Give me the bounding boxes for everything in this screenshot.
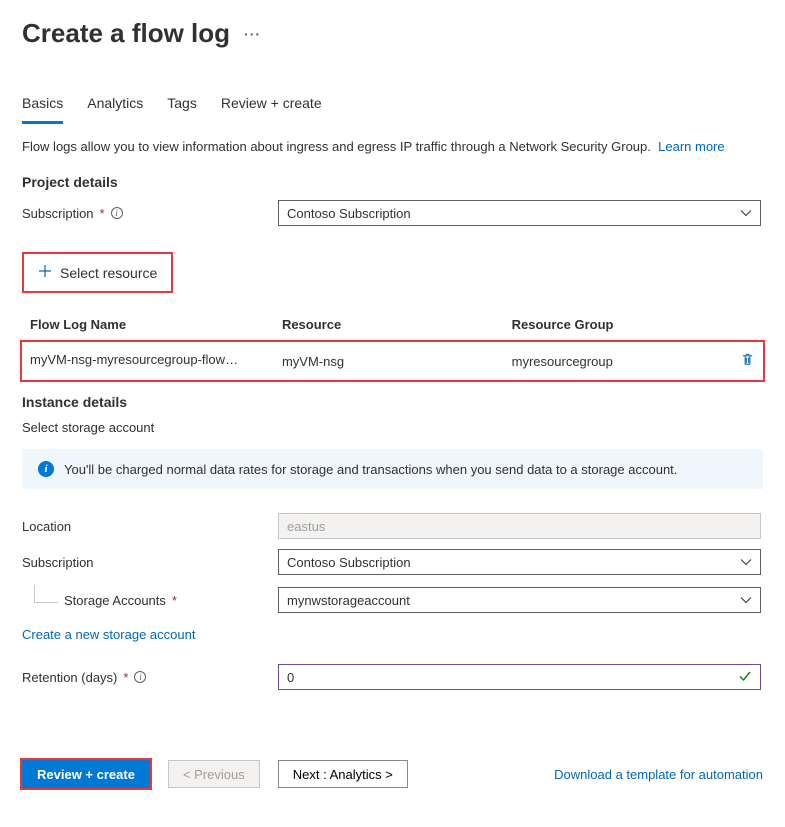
col-resource-group: Resource Group — [504, 311, 723, 342]
plus-icon — [38, 264, 52, 281]
tree-indent-line — [34, 585, 58, 603]
required-indicator: * — [123, 670, 128, 685]
cell-flow-log-name: myVM-nsg-myresourcegroup-flowl… — [30, 352, 240, 367]
subscription-label: Subscription — [22, 206, 94, 221]
location-field: Location eastus — [22, 513, 763, 539]
select-resource-button[interactable]: Select resource — [22, 252, 173, 293]
info-icon: i — [38, 461, 54, 477]
wizard-footer: Review + create < Previous Next : Analyt… — [22, 760, 763, 788]
instance-subscription-select[interactable]: Contoso Subscription — [278, 549, 761, 575]
instance-details-heading: Instance details — [22, 394, 763, 410]
previous-button: < Previous — [168, 760, 260, 788]
storage-info-banner: i You'll be charged normal data rates fo… — [22, 449, 763, 489]
project-details-heading: Project details — [22, 174, 763, 190]
cell-resource: myVM-nsg — [274, 342, 504, 380]
tab-analytics[interactable]: Analytics — [87, 87, 143, 124]
review-create-button[interactable]: Review + create — [22, 760, 150, 788]
subscription-field: Subscription * i Contoso Subscription — [22, 200, 763, 226]
delete-row-button[interactable] — [740, 355, 755, 370]
retention-field: Retention (days) * i 0 — [22, 664, 763, 690]
info-icon[interactable]: i — [134, 671, 146, 683]
subscription-select[interactable]: Contoso Subscription — [278, 200, 761, 226]
instance-subscription-field: Subscription Contoso Subscription — [22, 549, 763, 575]
tab-tags[interactable]: Tags — [167, 87, 197, 124]
table-row: myVM-nsg-myresourcegroup-flowl… myVM-nsg… — [22, 342, 763, 380]
select-storage-subheading: Select storage account — [22, 420, 763, 435]
chevron-down-icon — [740, 556, 752, 568]
info-icon[interactable]: i — [111, 207, 123, 219]
next-button[interactable]: Next : Analytics > — [278, 760, 408, 788]
tab-bar: Basics Analytics Tags Review + create — [22, 87, 763, 125]
tab-review-create[interactable]: Review + create — [221, 87, 322, 124]
location-input: eastus — [278, 513, 761, 539]
retention-input[interactable]: 0 — [278, 664, 761, 690]
cell-resource-group: myresourcegroup — [504, 342, 723, 380]
col-resource: Resource — [274, 311, 504, 342]
resource-table: Flow Log Name Resource Resource Group my… — [22, 311, 763, 380]
create-storage-link[interactable]: Create a new storage account — [22, 627, 195, 642]
col-flow-log-name: Flow Log Name — [22, 311, 274, 342]
learn-more-link[interactable]: Learn more — [658, 139, 724, 154]
tab-description: Flow logs allow you to view information … — [22, 139, 763, 154]
required-indicator: * — [100, 206, 105, 221]
page-title: Create a flow log ··· — [22, 18, 763, 49]
retention-label: Retention (days) — [22, 670, 117, 685]
chevron-down-icon — [740, 594, 752, 606]
required-indicator: * — [172, 593, 177, 608]
storage-accounts-select[interactable]: mynwstorageaccount — [278, 587, 761, 613]
more-menu-icon[interactable]: ··· — [244, 26, 261, 42]
download-template-link[interactable]: Download a template for automation — [554, 767, 763, 782]
chevron-down-icon — [740, 207, 752, 219]
tab-basics[interactable]: Basics — [22, 87, 63, 124]
instance-subscription-label: Subscription — [22, 555, 94, 570]
storage-accounts-label: Storage Accounts — [64, 593, 166, 608]
location-label: Location — [22, 519, 71, 534]
storage-accounts-field: Storage Accounts * mynwstorageaccount — [22, 587, 763, 613]
check-icon — [738, 669, 752, 686]
